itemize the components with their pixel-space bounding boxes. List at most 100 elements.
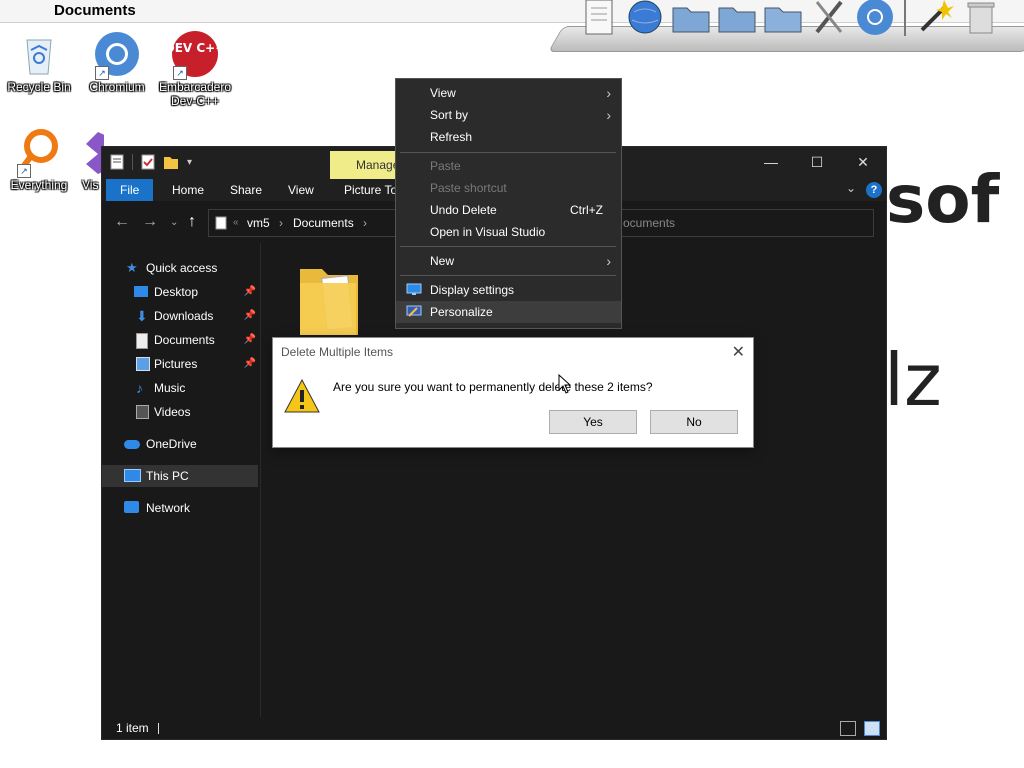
nav-pictures[interactable]: Pictures 📌 xyxy=(102,353,258,375)
qat-dropdown-icon[interactable]: ▾ xyxy=(187,157,192,168)
desktop-icon-chromium[interactable]: ↗ Chromium xyxy=(78,30,156,94)
personalize-icon xyxy=(406,305,422,317)
help-icon[interactable]: ? xyxy=(866,182,882,198)
nav-downloads[interactable]: ⬇ Downloads 📌 xyxy=(102,305,258,327)
breadcrumb-overflow-icon[interactable]: « xyxy=(233,210,239,236)
tab-view[interactable]: View xyxy=(274,179,328,201)
large-icons-view-icon[interactable] xyxy=(864,721,880,736)
nav-label: This PC xyxy=(146,469,189,483)
chromium-dock-icon[interactable] xyxy=(854,0,896,38)
breadcrumb-chevron-icon: › xyxy=(279,216,283,230)
submenu-arrow-icon: › xyxy=(606,253,611,269)
pin-icon[interactable]: 📌 xyxy=(244,281,256,303)
cloud-icon xyxy=(124,440,140,449)
folder-dock-icon-3[interactable] xyxy=(762,0,804,38)
close-button[interactable]: ✕ xyxy=(840,147,886,177)
status-bar: 1 item xyxy=(102,717,886,739)
nav-documents[interactable]: Documents 📌 xyxy=(102,329,258,351)
menu-item-undo-delete[interactable]: Undo Delete Ctrl+Z xyxy=(396,199,621,221)
shortcut-arrow-icon: ↗ xyxy=(95,66,109,80)
nav-label: Music xyxy=(154,381,186,395)
menu-item-personalize[interactable]: Personalize xyxy=(396,301,621,323)
trash-dock-icon[interactable] xyxy=(960,0,1002,38)
nav-label: Downloads xyxy=(154,309,214,323)
back-arrow-icon[interactable]: ← xyxy=(114,213,130,231)
maximize-button[interactable]: ☐ xyxy=(794,147,840,177)
desktop-context-menu: View › Sort by › Refresh Paste Paste short… xyxy=(395,78,622,329)
folder-dock-icon[interactable] xyxy=(670,0,712,38)
desktop-icon-label: Recycle Bin xyxy=(7,80,71,94)
nav-music[interactable]: ♪ Music xyxy=(102,377,258,399)
wand-dock-icon[interactable] xyxy=(914,0,956,38)
tab-file[interactable]: File xyxy=(106,179,154,201)
details-view-icon[interactable] xyxy=(840,721,856,736)
forward-arrow-icon[interactable]: → xyxy=(142,213,158,231)
nav-label: Network xyxy=(146,501,191,515)
tab-share[interactable]: Share xyxy=(216,179,276,201)
devcpp-badge-text: DEV C++ xyxy=(171,41,219,55)
desktop-icon-visual-studio[interactable]: Vis xyxy=(76,128,104,192)
nav-network[interactable]: Network xyxy=(102,497,258,519)
minimize-button[interactable]: — xyxy=(748,147,794,177)
ribbon-expand-icon[interactable]: ⌄ xyxy=(846,181,856,195)
menu-item-refresh[interactable]: Refresh xyxy=(396,126,621,148)
pin-icon[interactable]: 📌 xyxy=(244,353,256,375)
dialog-title: Delete Multiple Items xyxy=(281,345,394,359)
tab-home[interactable]: Home xyxy=(158,179,218,201)
nav-label: Desktop xyxy=(154,285,199,299)
recent-dropdown-icon[interactable]: ⌄ xyxy=(170,217,178,228)
dock xyxy=(548,0,1024,54)
navigation-pane: ★ Quick access Desktop 📌 ⬇ Downloads 📌 D… xyxy=(102,243,261,717)
menu-separator xyxy=(400,246,616,247)
dialog-close-icon[interactable]: ✕ xyxy=(732,342,745,362)
no-button[interactable]: No xyxy=(650,410,738,434)
menu-label: Refresh xyxy=(430,130,473,144)
desktop-icon-label: Vis xyxy=(82,178,99,192)
desktop-icon-label: Embarcadero Dev-C++ xyxy=(158,80,232,108)
desktop-icon-label: Chromium xyxy=(89,80,145,94)
network-icon xyxy=(124,501,139,513)
breadcrumb-documents[interactable]: Documents xyxy=(293,210,354,236)
nav-onedrive[interactable]: OneDrive xyxy=(102,433,258,455)
menu-item-paste-shortcut[interactable]: Paste shortcut xyxy=(396,177,621,199)
globe-dock-icon[interactable] xyxy=(624,0,666,38)
pin-icon[interactable]: 📌 xyxy=(244,305,256,327)
nav-desktop[interactable]: Desktop 📌 xyxy=(102,281,258,303)
desktop-icon-devcpp[interactable]: DEV C++ ↗ Embarcadero Dev-C++ xyxy=(156,30,234,108)
breadcrumb-vm5[interactable]: vm5 xyxy=(247,210,270,236)
document-dock-icon[interactable] xyxy=(578,0,620,38)
menu-item-new[interactable]: New › xyxy=(396,250,621,272)
nav-quick-access[interactable]: ★ Quick access xyxy=(102,257,258,279)
properties-icon[interactable] xyxy=(110,154,124,170)
desktop-icon-everything[interactable]: ↗ Everything xyxy=(0,128,78,192)
mouse-cursor-icon xyxy=(558,374,572,394)
tools-dock-icon[interactable] xyxy=(808,0,850,38)
up-arrow-icon[interactable]: ↑ xyxy=(188,213,196,231)
background-text-2: lz xyxy=(884,338,942,422)
desktop-icon-recycle-bin[interactable]: Recycle Bin xyxy=(0,30,78,94)
menu-label: New xyxy=(430,254,455,268)
checkmark-icon[interactable] xyxy=(141,154,155,170)
menu-item-sort-by[interactable]: Sort by › xyxy=(396,104,621,126)
nav-this-pc[interactable]: This PC xyxy=(102,465,258,487)
nav-videos[interactable]: Videos xyxy=(102,401,258,423)
warning-icon xyxy=(284,378,320,413)
dialog-message: Are you sure you want to permanently del… xyxy=(333,380,653,394)
menu-item-open-visual-studio[interactable]: Open in Visual Studio xyxy=(396,221,621,243)
yes-button[interactable]: Yes xyxy=(549,410,637,434)
menu-label: Personalize xyxy=(430,305,493,319)
search-field[interactable]: ocuments xyxy=(602,209,874,237)
menu-item-view[interactable]: View › xyxy=(396,82,621,104)
folder-icon[interactable] xyxy=(296,259,362,339)
menu-item-display-settings[interactable]: Display settings xyxy=(396,279,621,301)
nav-label: OneDrive xyxy=(146,437,197,451)
menu-label: Open in Visual Studio xyxy=(430,225,546,239)
new-folder-icon[interactable] xyxy=(163,155,179,169)
pin-icon[interactable]: 📌 xyxy=(244,329,256,351)
menu-label: Sort by xyxy=(430,108,469,122)
pictures-icon xyxy=(136,357,150,371)
folder-dock-icon-2[interactable] xyxy=(716,0,758,38)
download-arrow-icon: ⬇ xyxy=(136,308,148,324)
nav-label: Documents xyxy=(154,333,215,347)
menu-item-paste[interactable]: Paste xyxy=(396,155,621,177)
